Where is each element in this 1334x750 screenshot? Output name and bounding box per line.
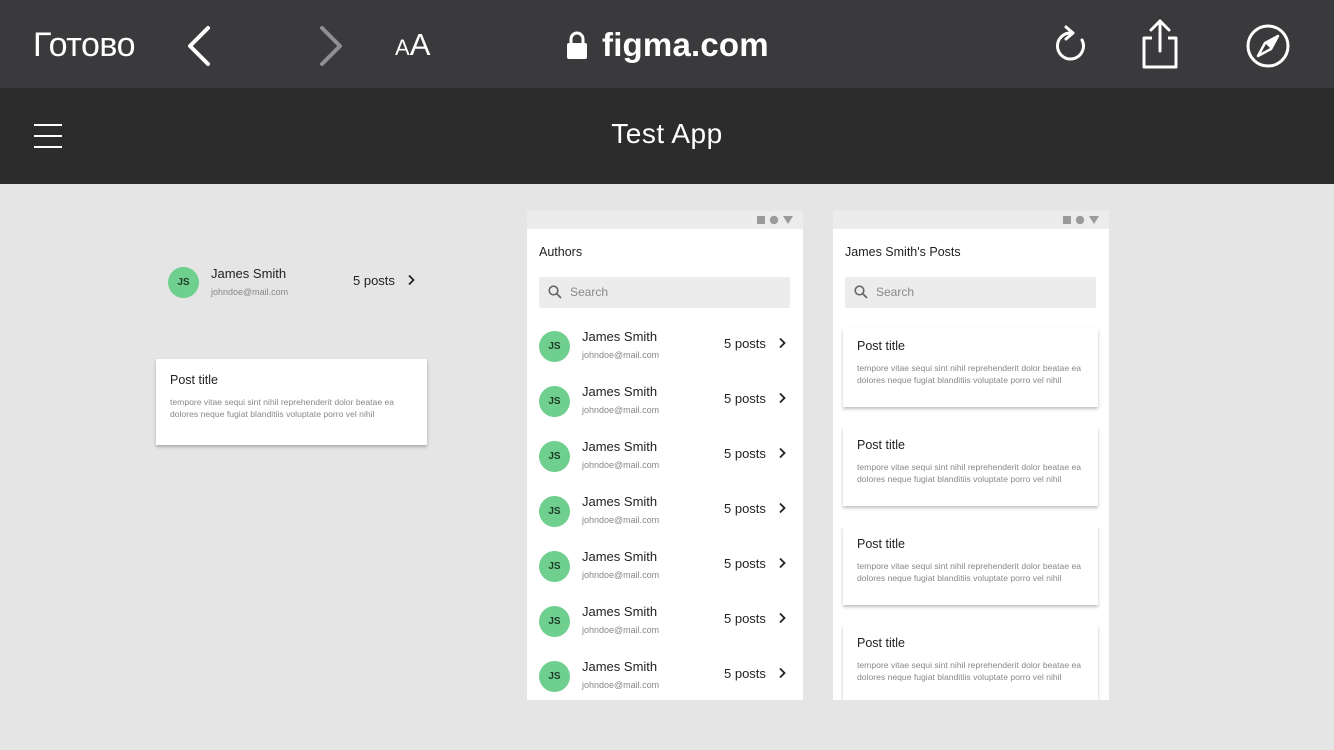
author-email: johndoe@mail.com (582, 350, 660, 360)
address-bar[interactable]: figma.com (566, 22, 769, 68)
list-item[interactable]: JS James Smith johndoe@mail.com 5 posts (527, 373, 802, 428)
app-title: Test App (611, 118, 723, 149)
avatar: JS (539, 441, 570, 472)
forward-icon[interactable] (310, 24, 350, 68)
posts-count: 5 posts (724, 336, 766, 351)
post-body: tempore vitae sequi sint nihil reprehend… (857, 363, 1082, 386)
list-item[interactable]: JS James Smith johndoe@mail.com 5 posts (527, 483, 802, 538)
share-icon[interactable] (1138, 18, 1182, 70)
post-title: Post title (857, 438, 905, 452)
post-card[interactable]: Post title tempore vitae sequi sint nihi… (843, 328, 1098, 407)
chevron-right-icon[interactable] (777, 447, 787, 459)
avatar: JS (539, 331, 570, 362)
list-item[interactable]: JS James Smith johndoe@mail.com 5 posts (527, 538, 802, 593)
text-size-small-label: A (395, 35, 410, 60)
author-name: James Smith (211, 266, 287, 281)
avatar: JS (539, 551, 570, 582)
screen-title: Authors (539, 245, 583, 259)
avatar: JS (539, 661, 570, 692)
search-icon (548, 285, 562, 299)
status-bar (833, 211, 1109, 229)
search-input[interactable]: Search (845, 277, 1096, 308)
posts-count: 5 posts (724, 666, 766, 681)
author-name: James Smith (582, 549, 658, 564)
post-title: Post title (857, 537, 905, 551)
chevron-right-icon[interactable] (777, 557, 787, 569)
screen-title: James Smith's Posts (845, 245, 961, 259)
chevron-right-icon[interactable] (406, 274, 416, 286)
post-title: Post title (170, 373, 218, 387)
status-bar (527, 211, 803, 229)
posts-count: 5 posts (724, 501, 766, 516)
search-placeholder: Search (876, 285, 915, 299)
author-email: johndoe@mail.com (582, 625, 660, 635)
url-text: figma.com (602, 26, 769, 63)
status-icons (757, 215, 793, 225)
avatar: JS (539, 496, 570, 527)
chevron-right-icon[interactable] (777, 667, 787, 679)
chevron-right-icon[interactable] (777, 612, 787, 624)
back-icon[interactable] (180, 24, 220, 68)
author-component[interactable]: JS James Smith johndoe@mail.com (168, 266, 288, 299)
text-size-button[interactable]: AA (395, 27, 430, 69)
compass-icon[interactable] (1245, 23, 1291, 69)
post-card[interactable]: Post title tempore vitae sequi sint nihi… (843, 526, 1098, 605)
reload-icon[interactable] (1050, 24, 1092, 68)
author-name: James Smith (582, 329, 658, 344)
authors-screen: Authors Search JS James Smith johndoe@ma… (527, 211, 803, 700)
chevron-right-icon[interactable] (777, 502, 787, 514)
done-button[interactable]: Готово (33, 24, 136, 66)
lock-icon (567, 31, 587, 59)
list-item[interactable]: JS James Smith johndoe@mail.com 5 posts (527, 318, 802, 373)
avatar: JS (539, 386, 570, 417)
post-body: tempore vitae sequi sint nihil reprehend… (857, 660, 1082, 683)
search-input[interactable]: Search (539, 277, 790, 308)
text-size-big-label: A (409, 27, 431, 62)
author-email: johndoe@mail.com (582, 680, 660, 690)
post-body: tempore vitae sequi sint nihil reprehend… (857, 462, 1082, 485)
avatar: JS (539, 606, 570, 637)
post-title: Post title (857, 339, 905, 353)
author-name: James Smith (582, 604, 658, 619)
search-icon (854, 285, 868, 299)
app-header: Test App (0, 88, 1334, 184)
posts-count: 5 posts (724, 611, 766, 626)
post-card[interactable]: Post title tempore vitae sequi sint nihi… (843, 427, 1098, 506)
author-email: johndoe@mail.com (211, 287, 289, 297)
post-body: tempore vitae sequi sint nihil reprehend… (170, 397, 395, 420)
chevron-right-icon[interactable] (777, 392, 787, 404)
status-icons (1063, 215, 1099, 225)
post-body: tempore vitae sequi sint nihil reprehend… (857, 561, 1082, 584)
post-title: Post title (857, 636, 905, 650)
search-placeholder: Search (570, 285, 609, 299)
post-card[interactable]: Post title tempore vitae sequi sint nihi… (843, 625, 1098, 700)
posts-count: 5 posts (353, 273, 395, 288)
avatar: JS (168, 267, 199, 298)
post-card-component[interactable]: Post title tempore vitae sequi sint nihi… (156, 359, 427, 445)
list-item[interactable]: JS James Smith johndoe@mail.com 5 posts (527, 428, 802, 483)
list-item[interactable]: JS James Smith johndoe@mail.com 5 posts (527, 593, 802, 648)
author-name: James Smith (582, 494, 658, 509)
design-canvas: JS James Smith johndoe@mail.com 5 posts … (0, 184, 1334, 750)
posts-count: 5 posts (724, 446, 766, 461)
posts-count: 5 posts (724, 556, 766, 571)
author-name: James Smith (582, 384, 658, 399)
author-name: James Smith (582, 659, 658, 674)
list-item[interactable]: JS James Smith johndoe@mail.com 5 posts (527, 648, 802, 700)
browser-toolbar: Готово AA figma.com (0, 0, 1334, 88)
author-name: James Smith (582, 439, 658, 454)
author-email: johndoe@mail.com (582, 460, 660, 470)
posts-screen: James Smith's Posts Search Post title te… (833, 211, 1109, 700)
posts-count: 5 posts (724, 391, 766, 406)
chevron-right-icon[interactable] (777, 337, 787, 349)
author-email: johndoe@mail.com (582, 405, 660, 415)
author-email: johndoe@mail.com (582, 570, 660, 580)
author-email: johndoe@mail.com (582, 515, 660, 525)
